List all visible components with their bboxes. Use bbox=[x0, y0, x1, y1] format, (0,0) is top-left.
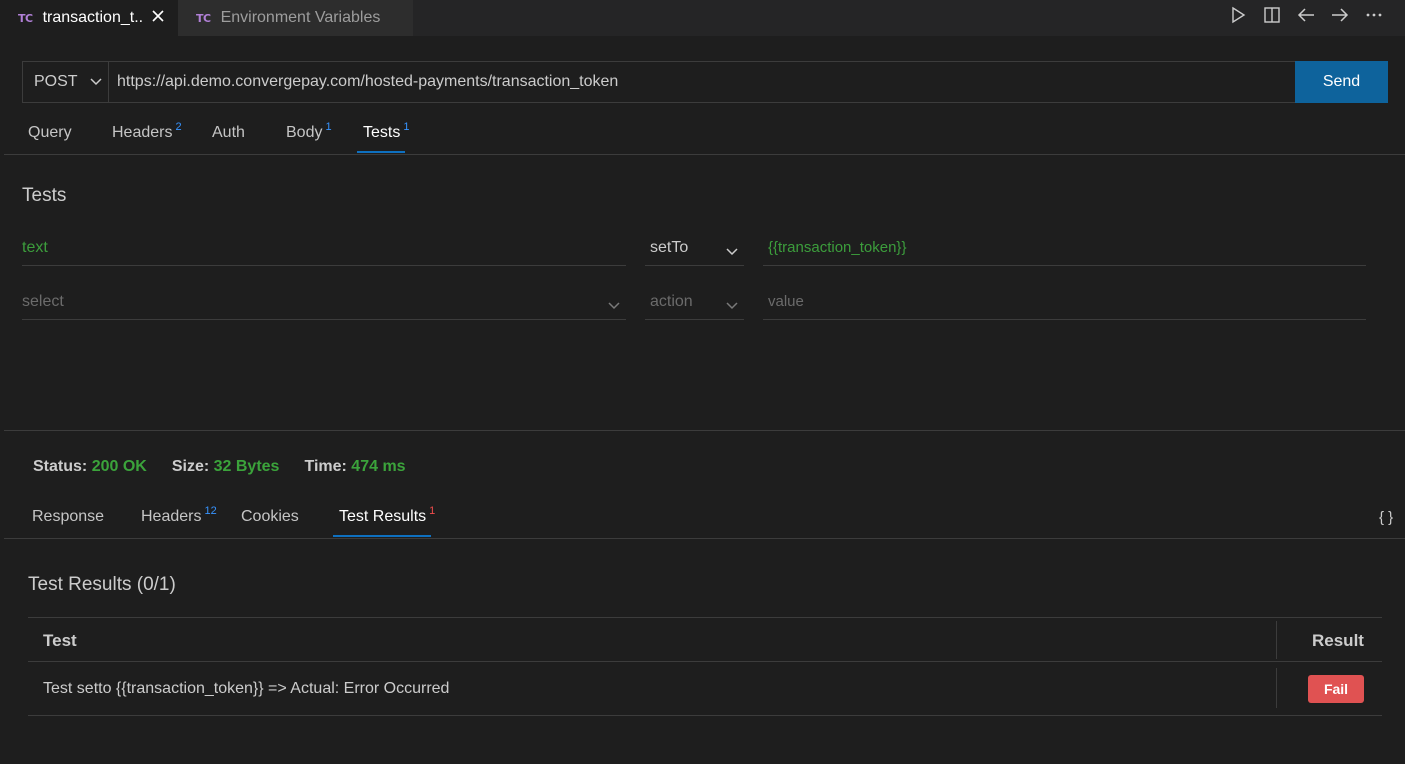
count-badge: 1 bbox=[429, 505, 436, 517]
new-test-action-select[interactable]: action bbox=[645, 288, 744, 320]
column-divider bbox=[1276, 621, 1277, 659]
table-border bbox=[28, 617, 1382, 618]
size-info: Size: 32 Bytes bbox=[172, 458, 280, 476]
count-badge: 1 bbox=[403, 121, 410, 133]
tab-auth[interactable]: Auth bbox=[212, 124, 245, 142]
editor-tab-bar: TC transaction_t.. TC Environment Variab… bbox=[0, 0, 1405, 36]
value-placeholder: value bbox=[768, 293, 804, 310]
count-badge: 2 bbox=[175, 121, 182, 133]
tab-label: Test Results bbox=[339, 508, 427, 525]
tab-tests[interactable]: Tests 1 bbox=[363, 121, 410, 142]
test-action-select[interactable]: setTo bbox=[645, 234, 744, 266]
new-test-field-select[interactable]: select bbox=[22, 288, 626, 320]
size-label: Size: bbox=[171, 458, 210, 475]
tab-test-results[interactable]: Test Results 1 bbox=[339, 505, 436, 526]
column-header-result: Result bbox=[1312, 631, 1364, 650]
column-divider bbox=[1276, 668, 1277, 708]
tab-label: Body bbox=[286, 124, 323, 141]
tab-label: Query bbox=[28, 124, 72, 141]
tab-response-headers[interactable]: Headers 12 bbox=[141, 505, 217, 526]
method-value: POST bbox=[34, 73, 78, 90]
test-value: {{transaction_token}} bbox=[768, 239, 907, 256]
active-tab-indicator bbox=[333, 535, 431, 537]
fail-badge: Fail bbox=[1308, 675, 1364, 703]
test-results-title: Test Results (0/1) bbox=[28, 574, 176, 595]
url-input[interactable]: https://api.demo.convergepay.com/hosted-… bbox=[109, 61, 1296, 103]
tab-label: Headers bbox=[141, 508, 202, 525]
field-placeholder: select bbox=[22, 293, 64, 310]
time-value: 474 ms bbox=[351, 458, 406, 475]
time-info: Time: 474 ms bbox=[304, 458, 405, 476]
chevron-down-icon bbox=[607, 298, 621, 317]
tab-label: Auth bbox=[212, 124, 245, 141]
tab-label: Tests bbox=[363, 124, 401, 141]
action-placeholder: action bbox=[650, 293, 693, 310]
count-badge: 12 bbox=[204, 505, 217, 517]
tab-label: Environment Variables bbox=[220, 9, 381, 26]
test-value-input[interactable]: {{transaction_token}} bbox=[763, 234, 1366, 266]
more-actions-icon[interactable] bbox=[1363, 4, 1385, 26]
status-label: Status: bbox=[33, 458, 88, 475]
active-tab-indicator bbox=[357, 151, 405, 153]
time-label: Time: bbox=[304, 458, 347, 475]
tab-response[interactable]: Response bbox=[32, 508, 104, 526]
new-test-value-input[interactable]: value bbox=[763, 288, 1366, 320]
chevron-down-icon bbox=[725, 298, 739, 317]
divider bbox=[4, 538, 1405, 539]
tab-environment-variables[interactable]: TC Environment Variables bbox=[178, 0, 413, 36]
tab-label: Response bbox=[32, 508, 105, 525]
arrow-right-icon[interactable] bbox=[1329, 4, 1351, 26]
thunder-client-icon: TC bbox=[196, 11, 211, 25]
field-value: text bbox=[22, 239, 48, 256]
editor-actions bbox=[1227, 0, 1385, 30]
tab-cookies[interactable]: Cookies bbox=[241, 508, 299, 526]
method-select[interactable]: POST bbox=[22, 61, 109, 103]
format-json-icon[interactable]: { } bbox=[1379, 509, 1393, 526]
tab-query[interactable]: Query bbox=[28, 124, 72, 142]
test-description: Test setto {{transaction_token}} => Actu… bbox=[43, 680, 450, 697]
action-value: setTo bbox=[650, 239, 689, 256]
panel-divider bbox=[4, 430, 1405, 431]
tests-title: Tests bbox=[22, 185, 67, 206]
chevron-down-icon bbox=[725, 244, 739, 263]
close-icon[interactable] bbox=[148, 6, 168, 26]
status-value: 200 OK bbox=[91, 458, 147, 475]
test-field-input[interactable]: text bbox=[22, 234, 626, 266]
divider bbox=[4, 154, 1405, 155]
tab-headers[interactable]: Headers 2 bbox=[112, 121, 182, 142]
tab-label: Headers bbox=[112, 124, 173, 141]
table-border bbox=[28, 661, 1382, 662]
send-button[interactable]: Send bbox=[1295, 61, 1388, 103]
url-value: https://api.demo.convergepay.com/hosted-… bbox=[117, 73, 619, 90]
thunder-client-icon: TC bbox=[18, 11, 33, 25]
status-info: Status: 200 OK bbox=[33, 458, 147, 476]
size-value: 32 Bytes bbox=[213, 458, 280, 475]
tab-label: Cookies bbox=[241, 508, 299, 525]
run-icon[interactable] bbox=[1227, 4, 1249, 26]
tab-transaction-token[interactable]: TC transaction_t.. bbox=[0, 0, 178, 36]
column-header-test: Test bbox=[43, 631, 77, 650]
count-badge: 1 bbox=[325, 121, 332, 133]
tab-body[interactable]: Body 1 bbox=[286, 121, 332, 142]
arrow-left-icon[interactable] bbox=[1295, 4, 1317, 26]
split-editor-icon[interactable] bbox=[1261, 4, 1283, 26]
tab-label: transaction_t.. bbox=[42, 9, 144, 26]
chevron-down-icon bbox=[89, 74, 103, 93]
table-border bbox=[28, 715, 1382, 716]
response-status-bar: Status: 200 OK Size: 32 Bytes Time: 474 … bbox=[33, 458, 406, 476]
